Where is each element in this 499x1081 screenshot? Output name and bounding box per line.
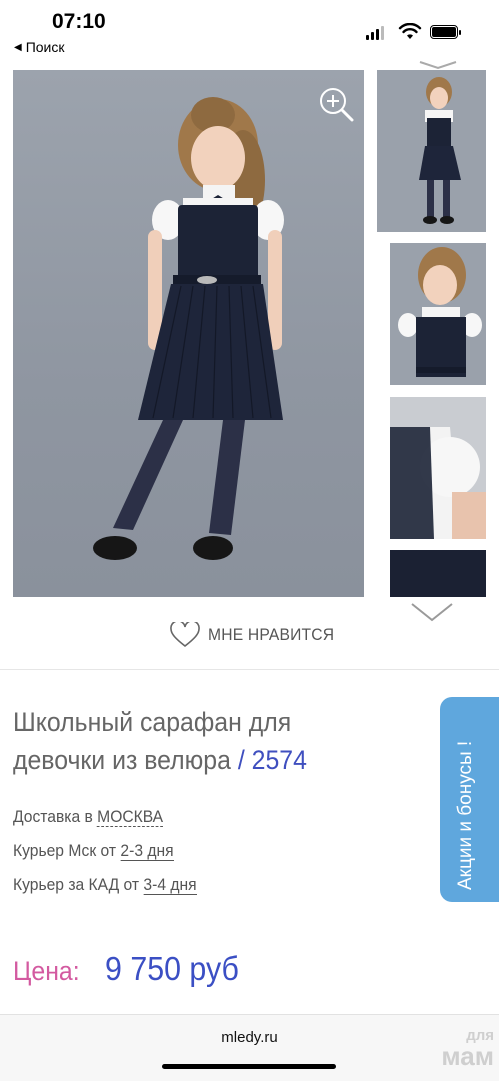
thumbnail-upper-body[interactable] [390, 243, 486, 385]
courier-kad-days[interactable]: 3-4 дня [143, 875, 197, 895]
watermark-line2: мам [441, 1041, 494, 1071]
thumbnail-photo [398, 247, 482, 377]
divider [0, 669, 499, 670]
signal-icon [366, 26, 384, 40]
delivery-city-link[interactable]: МОСКВА [97, 807, 164, 827]
thumbnail-scroll-up-icon[interactable] [390, 60, 486, 70]
thumbnail-photo [390, 397, 486, 539]
status-bar: 07:10 ◀ Поиск [0, 0, 499, 64]
thumbnail-full-body[interactable] [377, 70, 486, 232]
price-value: 9 750 руб [105, 950, 240, 987]
thumbnail-scroll-down-icon[interactable] [410, 598, 454, 626]
like-button[interactable]: МНЕ НРАВИТСЯ [170, 622, 345, 648]
courier-kad-row: Курьер за КАД от 3-4 дня [13, 868, 197, 902]
girl-photo-illustration [93, 97, 284, 560]
status-time: 07:10 [52, 10, 106, 33]
back-label: Поиск [25, 39, 65, 55]
heart-icon [170, 622, 200, 648]
courier-msk-prefix: Курьер Мск от [13, 841, 121, 860]
price-label: Цена: [13, 956, 80, 986]
wifi-icon [398, 23, 422, 39]
thumbnail-detail-sleeve[interactable] [390, 397, 486, 539]
thumbnail-fabric[interactable] [390, 550, 486, 597]
promo-label[interactable]: Акции и бонусы ! [455, 741, 477, 890]
product-sku: / 2574 [237, 745, 307, 775]
home-indicator[interactable] [162, 1064, 336, 1069]
watermark-logo: для мам [414, 1026, 494, 1071]
price-block: Цена: 9 750 руб [13, 950, 251, 988]
zoom-icon[interactable] [318, 86, 354, 122]
courier-msk-row: Курьер Мск от 2-3 дня [13, 834, 197, 868]
back-arrow-icon: ◀ [14, 41, 22, 53]
courier-msk-days[interactable]: 2-3 дня [120, 841, 174, 861]
like-label: МНЕ НРАВИТСЯ [208, 625, 335, 644]
delivery-city-row: Доставка в МОСКВА [13, 800, 197, 834]
thumbnail-photo [419, 77, 461, 224]
battery-icon [430, 25, 461, 39]
product-title: Школьный сарафан для девочки из велюра /… [13, 703, 390, 779]
courier-kad-prefix: Курьер за КАД от [13, 875, 144, 894]
delivery-info: Доставка в МОСКВА Курьер Мск от 2-3 дня … [13, 800, 197, 902]
back-to-search-button[interactable]: ◀ Поиск [14, 39, 65, 55]
product-main-image[interactable] [13, 70, 364, 597]
delivery-prefix: Доставка в [13, 807, 98, 826]
